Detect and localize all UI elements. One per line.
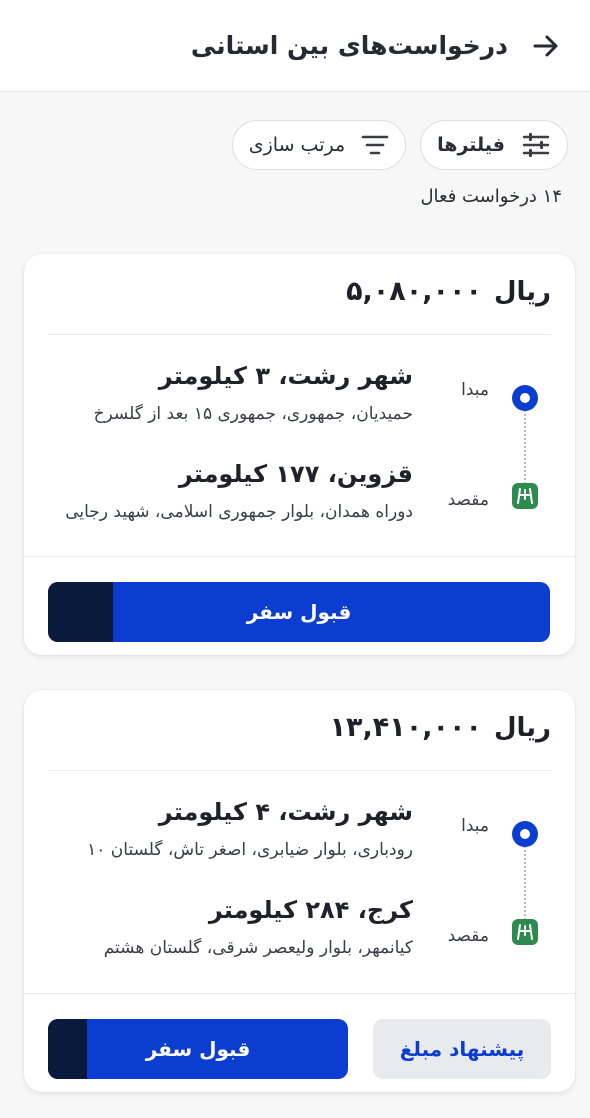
price-row: ریال ۵,۰۸۰,۰۰۰: [346, 276, 551, 307]
destination-address: کیانمهر، بلوار ولیعصر شرقی، گلستان هشتم: [103, 938, 413, 958]
destination-stop: مقصد قزوین، ۱۷۷ کیلومتر دوراه همدان، بلو…: [24, 460, 575, 530]
price-currency: ریال: [493, 712, 551, 743]
highway-icon: [511, 918, 539, 946]
back-button[interactable]: [528, 28, 564, 64]
offer-price-label: پیشنهاد مبلغ: [399, 1037, 525, 1061]
origin-address: رودباری، بلوار ضیابری، اصغر تاش، گلستان …: [87, 840, 413, 860]
accept-trip-button[interactable]: قبول سفر: [48, 1019, 348, 1079]
destination-label: مقصد: [447, 490, 489, 510]
sort-icon: [361, 135, 389, 155]
price-currency: ریال: [493, 276, 551, 307]
active-requests-count: ۱۴ درخواست فعال: [420, 186, 562, 207]
progress-strip: [48, 582, 113, 642]
price-value: ۵,۰۸۰,۰۰۰: [346, 276, 482, 307]
accept-trip-button[interactable]: قبول سفر: [48, 582, 550, 642]
toolbar: فیلترها مرتب سازی: [231, 120, 568, 170]
page-title: درخواست‌های بین استانی: [190, 31, 508, 60]
request-card: ریال ۵,۰۸۰,۰۰۰ مبدا شهر رشت، ۳ کیلومتر ح…: [24, 254, 575, 655]
divider: [24, 993, 575, 994]
sort-label: مرتب سازی: [248, 134, 346, 156]
app-header: درخواست‌های بین استانی: [0, 0, 590, 92]
divider: [48, 334, 551, 335]
accept-trip-label: قبول سفر: [246, 600, 352, 624]
price-value: ۱۳,۴۱۰,۰۰۰: [329, 712, 482, 743]
price-row: ریال ۱۳,۴۱۰,۰۰۰: [330, 712, 551, 743]
divider: [24, 556, 575, 557]
destination-address: دوراه همدان، بلوار جمهوری اسلامی، شهید ر…: [65, 502, 413, 522]
origin-stop: مبدا شهر رشت، ۴ کیلومتر رودباری، بلوار ض…: [24, 798, 575, 868]
destination-title: کرج، ۲۸۴ کیلومتر: [208, 896, 413, 924]
destination-label: مقصد: [447, 926, 489, 946]
destination-stop: مقصد کرج، ۲۸۴ کیلومتر کیانمهر، بلوار ولی…: [24, 896, 575, 966]
filters-button[interactable]: فیلترها: [420, 120, 568, 170]
accept-trip-label: قبول سفر: [145, 1037, 251, 1061]
destination-title: قزوین، ۱۷۷ کیلومتر: [178, 460, 413, 488]
request-card: ریال ۱۳,۴۱۰,۰۰۰ مبدا شهر رشت، ۴ کیلومتر …: [24, 690, 575, 1092]
offer-price-button[interactable]: پیشنهاد مبلغ: [373, 1019, 551, 1079]
origin-title: شهر رشت، ۴ کیلومتر: [158, 798, 413, 826]
origin-label: مبدا: [461, 380, 489, 400]
origin-address: حمیدیان، جمهوری، جمهوری ۱۵ بعد از گلسرخ: [93, 404, 413, 424]
arrow-right-icon: [533, 35, 558, 56]
origin-title: شهر رشت، ۳ کیلومتر: [158, 362, 413, 390]
sliders-icon: [522, 133, 550, 157]
origin-pin-icon: [511, 820, 539, 848]
progress-strip: [48, 1019, 87, 1079]
origin-stop: مبدا شهر رشت، ۳ کیلومتر حمیدیان، جمهوری،…: [24, 362, 575, 432]
page: درخواست‌های بین استانی فیلترها: [0, 0, 590, 1118]
origin-pin-icon: [511, 384, 539, 412]
origin-label: مبدا: [461, 816, 489, 836]
highway-icon: [511, 482, 539, 510]
filters-label: فیلترها: [437, 134, 505, 156]
divider: [48, 770, 551, 771]
sort-button[interactable]: مرتب سازی: [231, 120, 407, 170]
